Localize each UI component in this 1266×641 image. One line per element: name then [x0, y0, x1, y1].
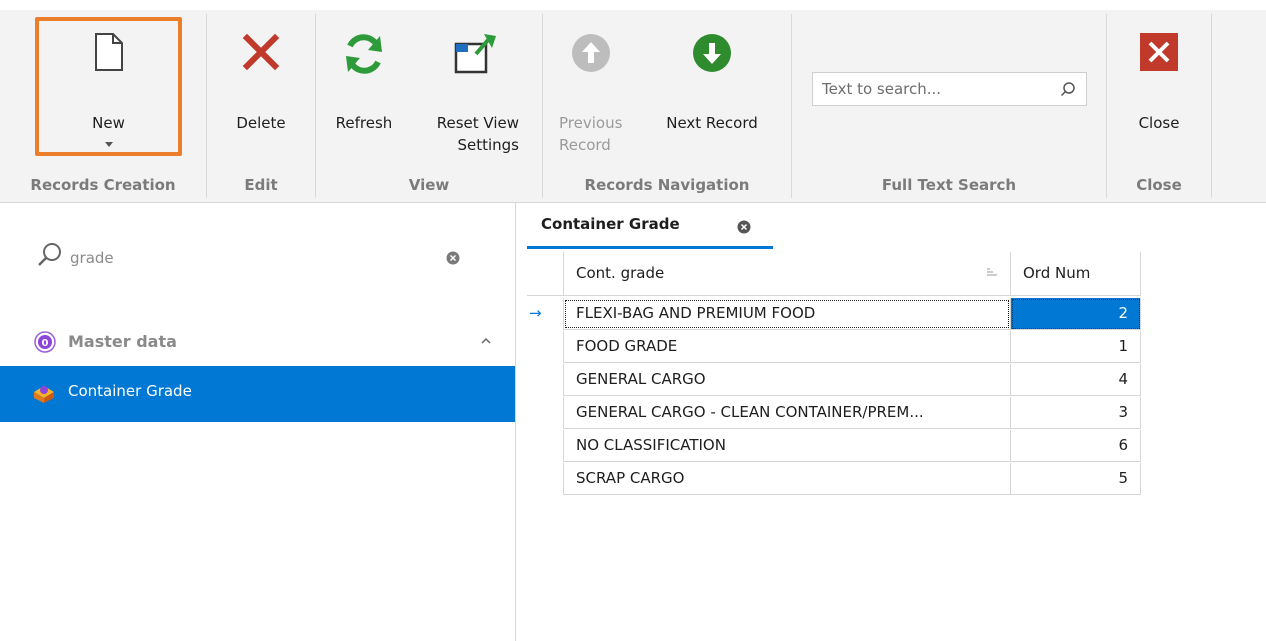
nav-group-label: Master data — [68, 332, 177, 351]
reset-view-label-line2: Settings — [457, 136, 519, 154]
reset-view-label: Reset View Settings — [419, 112, 531, 156]
cell-ord-num[interactable]: 2 — [1011, 298, 1141, 330]
arrow-up-circle-icon — [572, 34, 610, 72]
search-icon — [38, 243, 61, 266]
cell-cont-grade[interactable]: SCRAP CARGO — [563, 463, 1011, 495]
next-record-label: Next Record — [666, 114, 758, 132]
group-view: Refresh Reset View Settings View — [316, 10, 542, 202]
reset-view-icon — [454, 34, 496, 74]
group-edit: Delete Edit — [207, 10, 315, 202]
previous-label-line1: Previous — [559, 114, 623, 132]
table-row[interactable]: NO CLASSIFICATION 6 — [527, 430, 1141, 462]
delete-button-label: Delete — [236, 114, 286, 132]
row-indicator-header — [527, 252, 563, 296]
cell-cont-grade[interactable]: GENERAL CARGO — [563, 364, 1011, 396]
search-icon[interactable] — [1060, 81, 1076, 97]
previous-record-button[interactable]: Previous Record — [551, 20, 631, 160]
close-button-label: Close — [1138, 114, 1180, 132]
table-row[interactable]: → FLEXI-BAG AND PREMIUM FOOD 2 — [527, 298, 1141, 330]
refresh-button-label: Refresh — [335, 114, 393, 132]
previous-record-label: Previous Record — [551, 112, 631, 156]
delete-x-icon — [242, 33, 280, 71]
new-button-highlight — [35, 17, 182, 156]
close-icon — [1140, 33, 1178, 71]
group-label-close: Close — [1136, 176, 1182, 194]
group-close: Close Close — [1107, 10, 1211, 202]
cell-cont-grade[interactable]: NO CLASSIFICATION — [563, 430, 1011, 462]
nav-search-input[interactable] — [70, 243, 430, 273]
ribbon: New Records Creation Delete Edit Refresh — [0, 0, 1266, 203]
close-tab-icon[interactable] — [737, 220, 751, 234]
group-full-text-search: Full Text Search — [792, 10, 1106, 202]
grid-header-row: Cont. grade Ord Num — [527, 252, 1141, 296]
clear-search-icon[interactable] — [446, 251, 460, 265]
table-row[interactable]: FOOD GRADE 1 — [527, 331, 1141, 363]
full-text-search-input[interactable] — [813, 73, 1053, 105]
column-header-ord-num[interactable]: Ord Num — [1011, 252, 1141, 296]
tab-container-grade[interactable]: Container Grade — [527, 203, 773, 249]
cell-ord-num[interactable]: 1 — [1011, 331, 1141, 363]
cell-ord-num[interactable]: 3 — [1011, 397, 1141, 429]
cell-cont-grade[interactable]: GENERAL CARGO - CLEAN CONTAINER/PREM... — [563, 397, 1011, 429]
column-header-cont-grade[interactable]: Cont. grade — [563, 252, 1011, 296]
column-header-label: Cont. grade — [576, 264, 665, 282]
document-tabs: Container Grade — [517, 203, 1266, 249]
ribbon-top-strip — [0, 0, 1266, 10]
container-grade-icon — [34, 386, 54, 403]
tab-label: Container Grade — [541, 215, 680, 233]
full-text-search-box[interactable] — [812, 72, 1087, 106]
group-label-records-navigation: Records Navigation — [584, 176, 750, 194]
nav-item-container-grade[interactable]: Container Grade — [0, 366, 515, 422]
navigation-panel: 0 Master data Container Grade — [0, 203, 516, 641]
table-row[interactable]: GENERAL CARGO - CLEAN CONTAINER/PREM... … — [527, 397, 1141, 429]
next-record-button[interactable]: Next Record — [647, 20, 777, 160]
cell-ord-num[interactable]: 5 — [1011, 463, 1141, 495]
close-button[interactable]: Close — [1119, 20, 1199, 160]
previous-label-line2: Record — [559, 136, 611, 154]
reset-view-settings-button[interactable]: Reset View Settings — [419, 20, 531, 160]
nav-group-master-data[interactable]: 0 Master data — [0, 323, 515, 363]
table-row[interactable]: SCRAP CARGO 5 — [527, 463, 1141, 495]
cell-cont-grade[interactable]: FOOD GRADE — [563, 331, 1011, 363]
column-header-label: Ord Num — [1023, 264, 1091, 282]
nav-item-label: Container Grade — [68, 382, 192, 400]
group-divider — [1211, 14, 1212, 198]
svg-text:0: 0 — [42, 338, 49, 349]
sort-ascending-icon — [987, 268, 997, 276]
cell-cont-grade[interactable]: FLEXI-BAG AND PREMIUM FOOD — [563, 298, 1011, 330]
reset-view-label-line1: Reset View — [436, 114, 519, 132]
group-label-view: View — [408, 176, 450, 194]
cell-ord-num[interactable]: 4 — [1011, 364, 1141, 396]
group-label-full-text-search: Full Text Search — [881, 176, 1017, 194]
table-row[interactable]: GENERAL CARGO 4 — [527, 364, 1141, 396]
master-data-icon: 0 — [34, 331, 56, 353]
focused-row-arrow-icon: → — [529, 304, 542, 322]
refresh-button[interactable]: Refresh — [324, 20, 404, 160]
refresh-icon — [346, 34, 382, 74]
delete-button[interactable]: Delete — [225, 20, 297, 160]
group-label-records-creation: Records Creation — [30, 176, 176, 194]
cell-ord-num[interactable]: 6 — [1011, 430, 1141, 462]
arrow-down-circle-icon — [693, 34, 731, 72]
group-records-navigation: Previous Record Next Record Records Navi… — [543, 10, 791, 202]
nav-search — [0, 233, 515, 283]
chevron-up-icon[interactable] — [480, 337, 492, 345]
group-label-edit: Edit — [244, 176, 278, 194]
